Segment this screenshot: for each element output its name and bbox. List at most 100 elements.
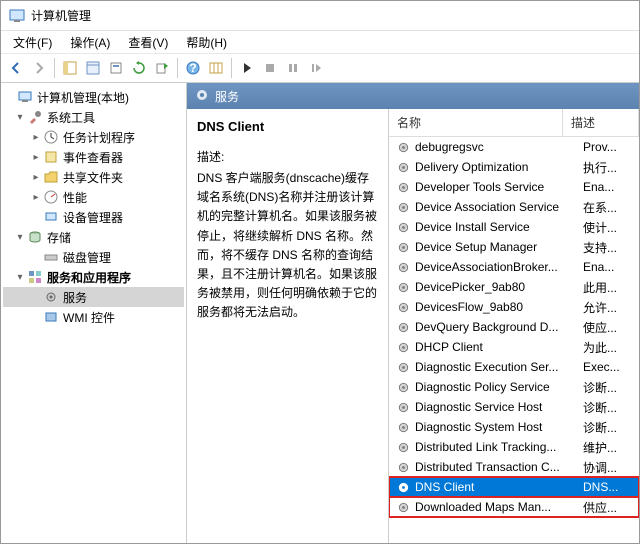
service-row[interactable]: Device Setup Manager支持... xyxy=(389,237,639,257)
clock-icon xyxy=(43,129,59,145)
service-row[interactable]: Developer Tools ServiceEna... xyxy=(389,177,639,197)
service-desc: 此用... xyxy=(583,279,639,296)
service-row[interactable]: Downloaded Maps Man...供应... xyxy=(389,497,639,517)
service-name: Delivery Optimization xyxy=(415,160,583,174)
service-row[interactable]: Diagnostic System Host诊断... xyxy=(389,417,639,437)
tree-wmi[interactable]: WMI 控件 xyxy=(3,307,184,327)
tree-label: 系统工具 xyxy=(47,109,95,126)
service-row[interactable]: DeviceAssociationBroker...Ena... xyxy=(389,257,639,277)
service-row[interactable]: Diagnostic Service Host诊断... xyxy=(389,397,639,417)
tree-label: 服务 xyxy=(63,289,87,306)
service-row[interactable]: DevQuery Background D...使应... xyxy=(389,317,639,337)
tree-root[interactable]: 计算机管理(本地) xyxy=(3,87,184,107)
gear-icon xyxy=(395,279,411,295)
tree-label: 设备管理器 xyxy=(63,209,123,226)
caret-right-icon[interactable]: ▸ xyxy=(29,152,43,163)
service-name: DNS Client xyxy=(415,480,583,494)
apps-icon xyxy=(27,269,43,285)
gear-icon xyxy=(395,459,411,475)
service-row[interactable]: Distributed Transaction C...协调... xyxy=(389,457,639,477)
caret-down-icon[interactable]: ▾ xyxy=(13,272,27,283)
pause-button[interactable] xyxy=(282,57,304,79)
service-desc: DNS... xyxy=(583,480,639,494)
service-name: DevicesFlow_9ab80 xyxy=(415,300,583,314)
nav-forward-button[interactable] xyxy=(28,57,50,79)
event-icon xyxy=(43,149,59,165)
tree-shared-folders[interactable]: ▸ 共享文件夹 xyxy=(3,167,184,187)
caret-right-icon[interactable]: ▸ xyxy=(29,172,43,183)
perf-icon xyxy=(43,189,59,205)
tree-label: 服务和应用程序 xyxy=(47,269,131,286)
menu-help[interactable]: 帮助(H) xyxy=(178,32,235,53)
service-desc: 执行... xyxy=(583,159,639,176)
gear-icon xyxy=(395,339,411,355)
column-description[interactable]: 描述 xyxy=(563,109,639,136)
show-hide-tree-button[interactable] xyxy=(59,57,81,79)
service-row[interactable]: DevicePicker_9ab80此用... xyxy=(389,277,639,297)
tree-task-scheduler[interactable]: ▸ 任务计划程序 xyxy=(3,127,184,147)
service-desc: 诊断... xyxy=(583,419,639,436)
tree-disk-management[interactable]: 磁盘管理 xyxy=(3,247,184,267)
service-row[interactable]: Diagnostic Execution Ser...Exec... xyxy=(389,357,639,377)
gear-icon xyxy=(395,199,411,215)
refresh-button[interactable] xyxy=(128,57,150,79)
service-row[interactable]: Delivery Optimization执行... xyxy=(389,157,639,177)
service-row[interactable]: Device Association Service在系... xyxy=(389,197,639,217)
tree-services-apps[interactable]: ▾ 服务和应用程序 xyxy=(3,267,184,287)
service-desc: 诊断... xyxy=(583,399,639,416)
tree-event-viewer[interactable]: ▸ 事件查看器 xyxy=(3,147,184,167)
service-name: Diagnostic System Host xyxy=(415,420,583,434)
tree-device-manager[interactable]: 设备管理器 xyxy=(3,207,184,227)
center-header: 服务 xyxy=(187,83,639,109)
caret-down-icon[interactable]: ▾ xyxy=(13,112,27,123)
tree-label: 性能 xyxy=(63,189,87,206)
properties-button[interactable] xyxy=(82,57,104,79)
columns-button[interactable] xyxy=(205,57,227,79)
tree-services[interactable]: 服务 xyxy=(3,287,184,307)
svg-text:?: ? xyxy=(189,61,196,75)
stop-button[interactable] xyxy=(259,57,281,79)
column-name[interactable]: 名称 xyxy=(389,109,563,136)
service-row[interactable]: DevicesFlow_9ab80允许... xyxy=(389,297,639,317)
main-split: 计算机管理(本地) ▾ 系统工具 ▸ 任务计划程序 ▸ 事件查看器 ▸ 共享文件… xyxy=(1,83,639,543)
nav-back-button[interactable] xyxy=(5,57,27,79)
play-button[interactable] xyxy=(236,57,258,79)
selected-service-title: DNS Client xyxy=(197,119,378,134)
caret-right-icon[interactable]: ▸ xyxy=(29,132,43,143)
caret-down-icon[interactable]: ▾ xyxy=(13,232,27,243)
service-name: Device Association Service xyxy=(415,200,583,214)
export-button[interactable] xyxy=(105,57,127,79)
service-row[interactable]: debugregsvcProv... xyxy=(389,137,639,157)
tree-storage[interactable]: ▾ 存储 xyxy=(3,227,184,247)
caret-right-icon[interactable]: ▸ xyxy=(29,192,43,203)
device-icon xyxy=(43,209,59,225)
tree-label: 共享文件夹 xyxy=(63,169,123,186)
service-desc: 使计... xyxy=(583,219,639,236)
service-row[interactable]: Diagnostic Policy Service诊断... xyxy=(389,377,639,397)
help-button[interactable]: ? xyxy=(182,57,204,79)
service-row[interactable]: Device Install Service使计... xyxy=(389,217,639,237)
service-name: DeviceAssociationBroker... xyxy=(415,260,583,274)
gear-icon xyxy=(395,259,411,275)
folder-shared-icon xyxy=(43,169,59,185)
service-desc: 在系... xyxy=(583,199,639,216)
menu-view[interactable]: 查看(V) xyxy=(120,32,176,53)
description-label: 描述: xyxy=(197,148,378,165)
tree-system-tools[interactable]: ▾ 系统工具 xyxy=(3,107,184,127)
service-row[interactable]: Distributed Link Tracking...维护... xyxy=(389,437,639,457)
menu-action[interactable]: 操作(A) xyxy=(62,32,118,53)
disk-icon xyxy=(43,249,59,265)
gear-icon xyxy=(43,289,59,305)
service-row[interactable]: DNS ClientDNS... xyxy=(389,477,639,497)
restart-button[interactable] xyxy=(305,57,327,79)
service-row[interactable]: DHCP Client为此... xyxy=(389,337,639,357)
wmi-icon xyxy=(43,309,59,325)
services-list[interactable]: 名称 描述 debugregsvcProv...Delivery Optimiz… xyxy=(389,109,639,543)
gear-icon xyxy=(395,179,411,195)
service-desc: Ena... xyxy=(583,180,639,194)
export-list-button[interactable] xyxy=(151,57,173,79)
tools-icon xyxy=(27,109,43,125)
menu-file[interactable]: 文件(F) xyxy=(5,32,60,53)
tree-performance[interactable]: ▸ 性能 xyxy=(3,187,184,207)
service-name: DevicePicker_9ab80 xyxy=(415,280,583,294)
